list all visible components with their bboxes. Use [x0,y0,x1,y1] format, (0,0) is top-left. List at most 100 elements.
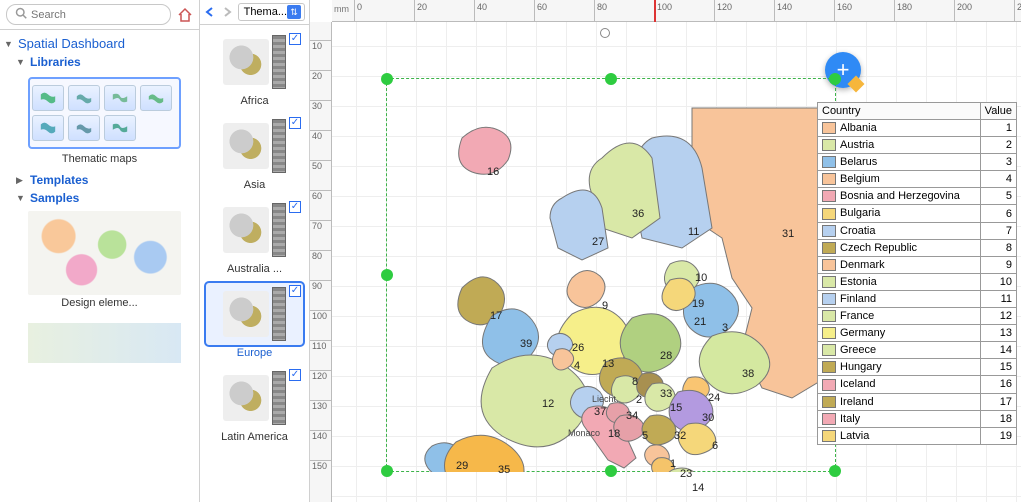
stencil-item[interactable]: ✓ Africa [206,31,303,107]
tree-templates[interactable]: ▶ Templates [4,171,195,189]
ruler-tick: 60 [534,0,547,22]
ruler-tick: 90 [310,280,332,291]
cell-country: Belgium [840,173,880,185]
ruler-tick: 110 [310,340,332,351]
check-icon: ✓ [289,369,301,381]
map-thumb[interactable] [68,85,100,111]
home-icon[interactable] [177,7,193,23]
map-thumb[interactable] [104,85,136,111]
map-thumb[interactable] [140,85,172,111]
cell-country: Bosnia and Herzegovina [840,190,960,202]
table-row[interactable]: Albania1 [818,120,1017,137]
europe-map[interactable] [392,78,832,472]
sample-thumb[interactable] [28,323,181,363]
thematic-maps-grid[interactable] [28,77,181,149]
country-value-table[interactable]: Country Value Albania1Austria2Belarus3Be… [817,102,1017,445]
table-row[interactable]: Iceland16 [818,376,1017,393]
tree-libraries[interactable]: ▼ Libraries [4,53,195,71]
drawing-page[interactable]: + [332,22,1021,502]
cell-country: Denmark [840,259,885,271]
cell-value: 18 [980,410,1016,427]
cell-country: Latvia [840,430,869,442]
table-row[interactable]: Germany13 [818,325,1017,342]
map-thumb[interactable] [32,115,64,141]
tree-root[interactable]: ▼ Spatial Dashboard [4,34,195,53]
cell-value: 11 [980,290,1016,307]
tree-samples[interactable]: ▼ Samples [4,189,195,207]
cell-value: 1 [980,120,1016,137]
table-header-value[interactable]: Value [980,103,1016,120]
stencil-label: Europe [206,345,303,359]
sample-thumb[interactable] [28,211,181,295]
cell-country: Iceland [840,378,875,390]
map-region-label: 14 [692,482,704,494]
cell-value: 6 [980,205,1016,222]
color-swatch [822,122,836,134]
color-swatch [822,190,836,202]
cell-country: France [840,310,874,322]
ruler-tick: 120 [310,370,332,381]
canvas-area[interactable]: mm 020406080100120140160180200220 102030… [310,0,1021,502]
cell-country: Hungary [840,361,882,373]
table-row[interactable]: Croatia7 [818,222,1017,239]
stencil-list: ✓Africa✓Asia✓Australia ...✓Europe✓Latin … [200,25,309,502]
ruler-tick: 180 [894,0,912,22]
table-row[interactable]: Hungary 15 [818,359,1017,376]
library-tree: ▼ Spatial Dashboard ▼ Libraries Thematic… [0,30,199,371]
check-icon: ✓ [289,33,301,45]
ruler-tick: 100 [654,0,672,22]
ruler-unit: mm [334,4,349,14]
stencil-category-combo[interactable]: Thema... ⇅ [238,3,305,21]
ruler-horizontal: mm 020406080100120140160180200220 [332,0,1021,22]
table-row[interactable]: Czech Republic8 [818,239,1017,256]
color-swatch [822,310,836,322]
stencil-item[interactable]: ✓Europe [206,283,303,359]
table-row[interactable]: France 12 [818,308,1017,325]
cell-country: Czech Republic [840,242,917,254]
table-row[interactable]: Austria2 [818,137,1017,154]
search-box[interactable] [6,4,171,25]
tree-root-label: Spatial Dashboard [18,36,125,51]
table-row[interactable]: Finland 11 [818,290,1017,307]
ruler-tick: 0 [354,0,362,22]
color-swatch [822,242,836,254]
tree-templates-label: Templates [30,173,88,187]
table-row[interactable]: Belarus 3 [818,154,1017,171]
chevron-updown-icon: ⇅ [287,5,301,19]
search-input[interactable] [31,9,162,21]
control-point[interactable] [600,28,610,38]
table-row[interactable]: Denmark9 [818,256,1017,273]
cell-value: 10 [980,273,1016,290]
table-row[interactable]: Latvia19 [818,427,1017,444]
table-header-country[interactable]: Country [818,103,981,120]
cell-country: Finland [840,293,876,305]
table-row[interactable]: Ireland17 [818,393,1017,410]
table-row[interactable]: Estonia10 [818,273,1017,290]
table-row[interactable]: Belgium4 [818,171,1017,188]
color-swatch [822,208,836,220]
stencil-item[interactable]: ✓Australia ... [206,199,303,275]
map-thumb[interactable] [32,85,64,111]
cell-country: Bulgaria [840,207,880,219]
cell-country: Belarus [840,156,877,168]
table-row[interactable]: Greece14 [818,342,1017,359]
table-row[interactable]: Italy18 [818,410,1017,427]
stencil-label: Africa [206,93,303,107]
cell-value: 12 [980,308,1016,325]
ruler-tick: 200 [954,0,972,22]
cell-value: 3 [980,154,1016,171]
table-row[interactable]: Bosnia and Herzegovina5 [818,188,1017,205]
search-icon [15,7,27,22]
map-thumb[interactable] [68,115,100,141]
ruler-tick: 80 [310,250,332,261]
table-row[interactable]: Bulgaria 6 [818,205,1017,222]
search-row [0,0,199,30]
cell-value: 15 [980,359,1016,376]
color-swatch [822,327,836,339]
ruler-origin-marker [654,0,656,22]
map-thumb[interactable] [104,115,136,141]
stencil-item[interactable]: ✓Latin America [206,367,303,443]
nav-back-button[interactable] [204,4,217,20]
ruler-tick: 160 [834,0,852,22]
stencil-item[interactable]: ✓Asia [206,115,303,191]
